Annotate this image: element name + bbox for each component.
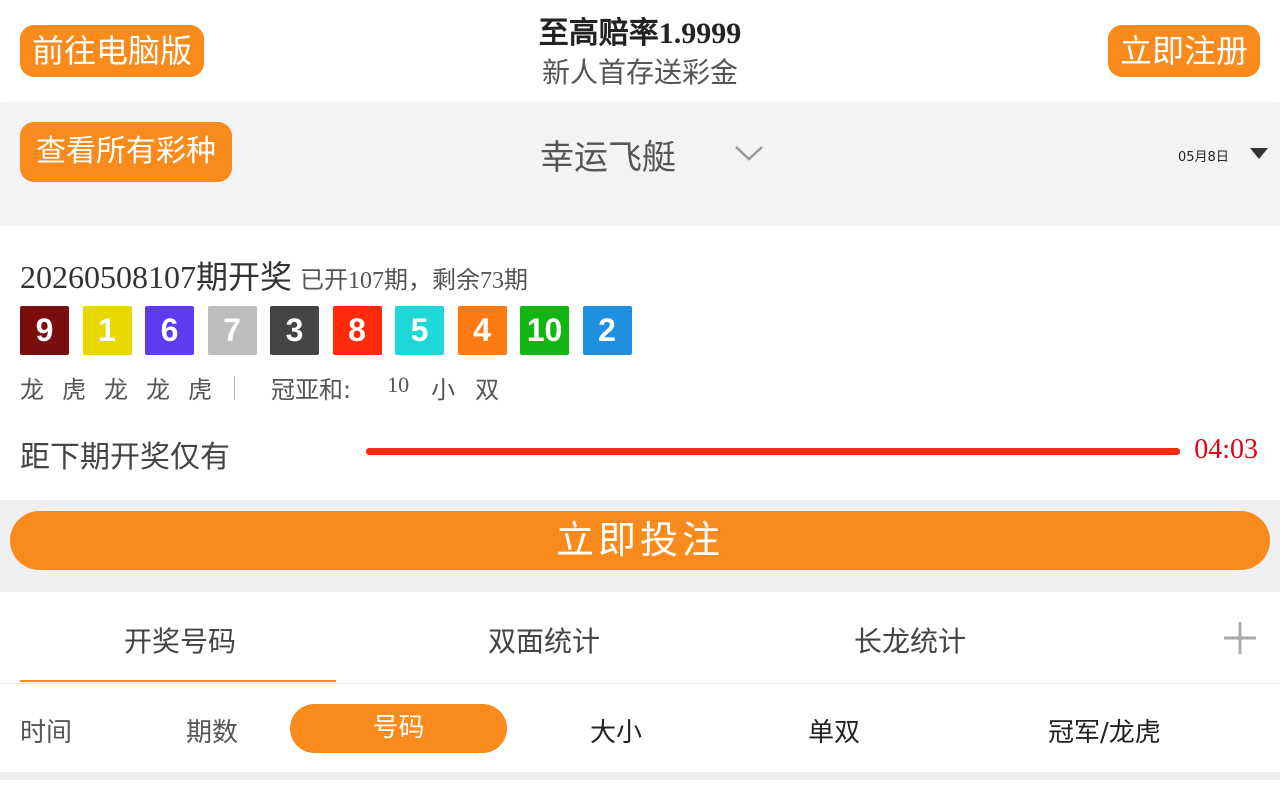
date-selector[interactable]: 05月8日 xyxy=(1178,146,1229,165)
register-button[interactable]: 立即注册 xyxy=(1107,25,1260,77)
result-ball: 10 xyxy=(520,306,569,355)
column-filter-tabs: 时间 期数 号码 大小 单双 冠军/龙虎 xyxy=(0,684,1280,772)
subtab-champion-dragon-tiger[interactable]: 冠军/龙虎 xyxy=(1048,712,1161,749)
result-ball: 6 xyxy=(145,306,194,355)
top-header: 前往电脑版 至高赔率1.9999 新人首存送彩金 立即注册 xyxy=(0,0,1280,102)
promo-subtitle: 新人首存送彩金 xyxy=(541,56,738,89)
promo-title-text: 至高赔率 xyxy=(538,16,659,51)
plus-icon[interactable] xyxy=(1222,620,1258,656)
draw-result-panel: 20260508107期开奖 已开107期，剩余73期 9 1 6 7 3 8 5 4 10 2 … xyxy=(0,226,1280,500)
subtab-time[interactable]: 时间 xyxy=(20,712,72,749)
dragon-tiger-4: 龙 xyxy=(146,376,170,404)
countdown-label: 距下期开奖仅有 xyxy=(20,440,230,475)
divider xyxy=(0,206,1280,226)
pc-version-button[interactable]: 前往电脑版 xyxy=(20,25,205,77)
result-ball: 5 xyxy=(395,306,444,355)
result-ball: 4 xyxy=(457,306,507,355)
promo-title: 至高赔率1.9999 xyxy=(440,14,840,54)
result-ball: 7 xyxy=(207,306,257,355)
sum-label: 冠亚和: xyxy=(271,376,352,404)
sum-parity: 双 xyxy=(475,376,500,404)
dragon-tiger-2: 虎 xyxy=(62,376,86,404)
promo-banner: 至高赔率1.9999 新人首存送彩金 xyxy=(440,14,840,92)
result-balls: 9 1 6 7 3 8 5 4 10 2 xyxy=(20,306,645,355)
active-tab-indicator xyxy=(20,680,336,682)
issue-suffix: 期开奖 xyxy=(196,259,293,295)
all-lotteries-button[interactable]: 查看所有彩种 xyxy=(20,122,232,182)
result-tabs: 开奖号码 双面统计 长龙统计 xyxy=(0,592,1280,684)
draw-title: 20260508107期开奖 已开107期，剩余73期 xyxy=(20,252,528,298)
tab-long-dragon-stats[interactable]: 长龙统计 xyxy=(854,620,966,660)
result-ball: 1 xyxy=(82,306,132,355)
dragon-tiger-5: 虎 xyxy=(188,376,212,404)
separator xyxy=(234,375,235,400)
subtab-size[interactable]: 大小 xyxy=(590,712,642,749)
result-ball: 8 xyxy=(332,306,382,355)
promo-odds: 1.9999 xyxy=(658,17,742,50)
countdown-timer: 04:03 xyxy=(1194,434,1258,465)
dragon-tiger-1: 龙 xyxy=(20,376,44,404)
bet-now-button[interactable]: 立即投注 xyxy=(10,511,1270,570)
sum-size: 小 xyxy=(431,376,456,404)
chevron-down-icon[interactable] xyxy=(734,138,764,168)
dragon-tiger-3: 龙 xyxy=(104,376,128,404)
subtab-issue[interactable]: 期数 xyxy=(186,712,238,749)
tab-draw-numbers[interactable]: 开奖号码 xyxy=(124,620,236,660)
result-stats: 龙 虎 龙 龙 虎 冠亚和: 10 小 双 xyxy=(20,370,519,405)
countdown-progress-fill xyxy=(366,448,1180,455)
issue-progress: 已开107期，剩余73期 xyxy=(300,268,529,294)
subtab-odd-even[interactable]: 单双 xyxy=(808,712,860,749)
result-ball: 2 xyxy=(582,306,632,355)
issue-number: 20260508107 xyxy=(20,259,196,295)
game-selector-bar: 查看所有彩种 幸运飞艇 05月8日 xyxy=(0,102,1280,206)
caret-down-icon[interactable] xyxy=(1250,148,1268,159)
sum-value: 10 xyxy=(387,371,410,397)
divider xyxy=(0,772,1280,780)
countdown-progress-bar xyxy=(366,448,1180,455)
result-ball: 9 xyxy=(20,306,69,355)
result-ball: 3 xyxy=(270,306,319,355)
subtab-number[interactable]: 号码 xyxy=(290,704,507,753)
tab-two-side-stats[interactable]: 双面统计 xyxy=(488,620,600,660)
game-name-dropdown[interactable]: 幸运飞艇 xyxy=(540,130,676,179)
